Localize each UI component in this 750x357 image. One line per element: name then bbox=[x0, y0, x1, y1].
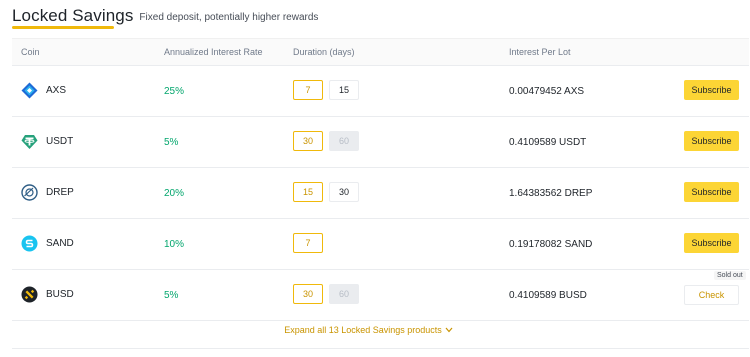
page-title-text: Locked Savings bbox=[12, 6, 134, 25]
interest-rate: 20% bbox=[164, 188, 185, 199]
coin-cell: SAND bbox=[21, 235, 74, 252]
coin-name: BUSD bbox=[46, 289, 74, 300]
coin-name: USDT bbox=[46, 136, 74, 147]
duration-option-selected[interactable]: 15 bbox=[293, 182, 323, 202]
duration-option-selected[interactable]: 30 bbox=[293, 284, 323, 304]
coin-cell: BUSD bbox=[21, 286, 74, 303]
interest-rate: 5% bbox=[164, 290, 179, 301]
subscribe-button[interactable]: Subscribe bbox=[684, 131, 739, 151]
table-row: BUSD 5% 30 60 0.4109589 BUSD Sold out Ch… bbox=[12, 270, 749, 321]
column-header-duration: Duration (days) bbox=[293, 47, 355, 57]
coin-cell: AXS bbox=[21, 82, 66, 99]
sold-out-badge: Sold out bbox=[714, 271, 746, 280]
coin-name: SAND bbox=[46, 238, 74, 249]
subscribe-button[interactable]: Subscribe bbox=[684, 80, 739, 100]
duration-option-selected[interactable]: 30 bbox=[293, 131, 323, 151]
duration-option[interactable]: 30 bbox=[329, 182, 359, 202]
duration-options: 30 60 bbox=[293, 284, 365, 304]
duration-option[interactable]: 15 bbox=[329, 80, 359, 100]
page-title: Locked Savings bbox=[12, 6, 133, 29]
busd-coin-icon bbox=[21, 286, 38, 303]
table-row: AXS 25% 7 15 0.00479452 AXS Subscribe bbox=[12, 66, 749, 117]
table-row: SAND 10% 7 0.19178082 SAND Subscribe bbox=[12, 219, 749, 270]
interest-per-lot: 0.4109589 BUSD bbox=[509, 290, 587, 301]
title-underline bbox=[12, 26, 114, 29]
chevron-down-icon bbox=[445, 326, 453, 335]
column-header-coin: Coin bbox=[21, 47, 40, 57]
savings-table: Coin Annualized Interest Rate Duration (… bbox=[12, 38, 749, 321]
duration-options: 7 15 bbox=[293, 80, 365, 100]
interest-per-lot: 0.00479452 AXS bbox=[509, 86, 585, 97]
duration-option-disabled: 60 bbox=[329, 284, 359, 304]
expand-all-label: Expand all 13 Locked Savings products bbox=[284, 325, 442, 335]
coin-name: DREP bbox=[46, 187, 74, 198]
sand-coin-icon bbox=[21, 235, 38, 252]
divider bbox=[12, 348, 749, 349]
page-subtitle: Fixed deposit, potentially higher reward… bbox=[139, 12, 319, 23]
axs-coin-icon bbox=[21, 82, 38, 99]
coin-cell: DREP bbox=[21, 184, 74, 201]
column-header-rate: Annualized Interest Rate bbox=[164, 47, 263, 57]
drep-coin-icon bbox=[21, 184, 38, 201]
coin-name: AXS bbox=[46, 85, 67, 96]
interest-rate: 25% bbox=[164, 86, 185, 97]
interest-per-lot: 0.4109589 USDT bbox=[509, 137, 587, 148]
table-header: Coin Annualized Interest Rate Duration (… bbox=[12, 38, 749, 66]
duration-options: 7 bbox=[293, 233, 329, 253]
duration-option-selected[interactable]: 7 bbox=[293, 80, 323, 100]
interest-rate: 10% bbox=[164, 239, 185, 250]
subscribe-button[interactable]: Subscribe bbox=[684, 233, 739, 253]
usdt-coin-icon bbox=[21, 133, 38, 150]
interest-rate: 5% bbox=[164, 137, 179, 148]
duration-option-selected[interactable]: 7 bbox=[293, 233, 323, 253]
interest-per-lot: 0.19178082 SAND bbox=[509, 239, 593, 250]
coin-cell: USDT bbox=[21, 133, 73, 150]
check-button[interactable]: Check bbox=[684, 285, 739, 305]
section-header: Locked Savings Fixed deposit, potentiall… bbox=[12, 6, 318, 29]
interest-per-lot: 1.64383562 DREP bbox=[509, 188, 593, 199]
duration-options: 30 60 bbox=[293, 131, 365, 151]
duration-option-disabled: 60 bbox=[329, 131, 359, 151]
table-row: USDT 5% 30 60 0.4109589 USDT Subscribe bbox=[12, 117, 749, 168]
duration-options: 15 30 bbox=[293, 182, 365, 202]
subscribe-button[interactable]: Subscribe bbox=[684, 182, 739, 202]
column-header-interest: Interest Per Lot bbox=[509, 47, 571, 57]
table-row: DREP 20% 15 30 1.64383562 DREP Subscribe bbox=[12, 168, 749, 219]
expand-all-link[interactable]: Expand all 13 Locked Savings products bbox=[0, 325, 737, 335]
